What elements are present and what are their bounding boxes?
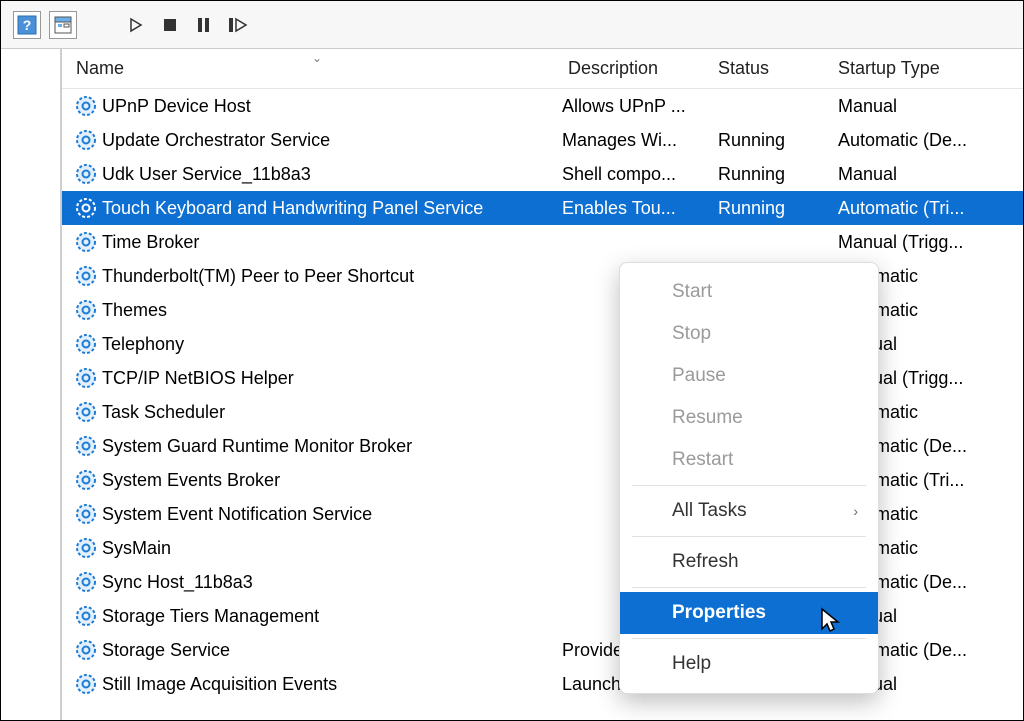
gear-icon [74,162,98,186]
column-startup[interactable]: Startup Type [838,58,1023,79]
service-row[interactable]: UPnP Device HostAllows UPnP ... Manual [62,89,1023,123]
service-name: Still Image Acquisition Events [102,674,562,695]
menu-restart[interactable]: Restart [620,439,878,481]
column-description[interactable]: Description [562,58,718,79]
menu-separator [632,485,866,486]
service-name: TCP/IP NetBIOS Helper [102,368,562,389]
play-icon[interactable] [123,12,149,38]
toolbar: ? [1,1,1023,49]
menu-help[interactable]: Help [620,643,878,685]
service-name: System Event Notification Service [102,504,562,525]
service-status: Running [718,198,838,219]
service-description: Manages Wi... [562,130,718,151]
gear-icon [74,332,98,356]
service-name: Telephony [102,334,562,355]
service-name: UPnP Device Host [102,96,562,117]
menu-start[interactable]: Start [620,271,878,313]
service-status: Running [718,130,838,151]
service-name: Themes [102,300,562,321]
gear-icon [74,570,98,594]
context-menu: Start Stop Pause Resume Restart All Task… [619,262,879,694]
column-status[interactable]: Status [718,58,838,79]
help-button[interactable]: ? [13,11,41,39]
service-name: Time Broker [102,232,562,253]
menu-separator [632,587,866,588]
menu-resume[interactable]: Resume [620,397,878,439]
service-name: System Guard Runtime Monitor Broker [102,436,562,457]
menu-pause[interactable]: Pause [620,355,878,397]
column-headers: Name ⌄ Description Status Startup Type [62,49,1023,89]
service-name: Thunderbolt(TM) Peer to Peer Shortcut [102,266,562,287]
services-panel: Name ⌄ Description Status Startup Type U… [61,49,1023,720]
gear-icon [74,604,98,628]
gear-icon [74,400,98,424]
service-name: Storage Tiers Management [102,606,562,627]
sort-indicator-icon: ⌄ [312,51,322,65]
svg-text:?: ? [23,17,32,33]
service-row[interactable]: Time Broker Manual (Trigg... [62,225,1023,259]
service-status: Running [718,164,838,185]
service-description: Shell compo... [562,164,718,185]
menu-properties[interactable]: Properties [620,592,878,634]
restart-icon[interactable] [225,12,251,38]
gear-icon [74,502,98,526]
service-description: Enables Tou... [562,198,718,219]
menu-refresh[interactable]: Refresh [620,541,878,583]
service-description: Allows UPnP ... [562,96,718,117]
menu-all-tasks[interactable]: All Tasks › [620,490,878,532]
service-startup: Manual [838,164,1023,185]
service-row[interactable]: Udk User Service_11b8a3Shell compo...Run… [62,157,1023,191]
menu-separator [632,536,866,537]
left-pane [1,49,61,720]
service-name: Sync Host_11b8a3 [102,572,562,593]
service-startup: Manual (Trigg... [838,232,1023,253]
stop-icon[interactable] [157,12,183,38]
gear-icon [74,638,98,662]
gear-icon [74,230,98,254]
gear-icon [74,434,98,458]
gear-icon [74,94,98,118]
service-startup: Manual [838,96,1023,117]
gear-icon [74,536,98,560]
service-name: Update Orchestrator Service [102,130,562,151]
pause-icon[interactable] [191,12,217,38]
gear-icon [74,264,98,288]
service-name: System Events Broker [102,470,562,491]
service-name: Udk User Service_11b8a3 [102,164,562,185]
service-name: Touch Keyboard and Handwriting Panel Ser… [102,198,562,219]
service-name: Task Scheduler [102,402,562,423]
service-name: Storage Service [102,640,562,661]
service-startup: Automatic (De... [838,130,1023,151]
service-row[interactable]: Update Orchestrator ServiceManages Wi...… [62,123,1023,157]
service-row[interactable]: Touch Keyboard and Handwriting Panel Ser… [62,191,1023,225]
menu-stop[interactable]: Stop [620,313,878,355]
gear-icon [74,128,98,152]
gear-icon [74,366,98,390]
gear-icon [74,672,98,696]
menu-separator [632,638,866,639]
view-button[interactable] [49,11,77,39]
gear-icon [74,196,98,220]
gear-icon [74,298,98,322]
column-name[interactable]: Name ⌄ [62,58,562,79]
submenu-arrow-icon: › [853,503,858,519]
service-name: SysMain [102,538,562,559]
gear-icon [74,468,98,492]
service-startup: Automatic (Tri... [838,198,1023,219]
